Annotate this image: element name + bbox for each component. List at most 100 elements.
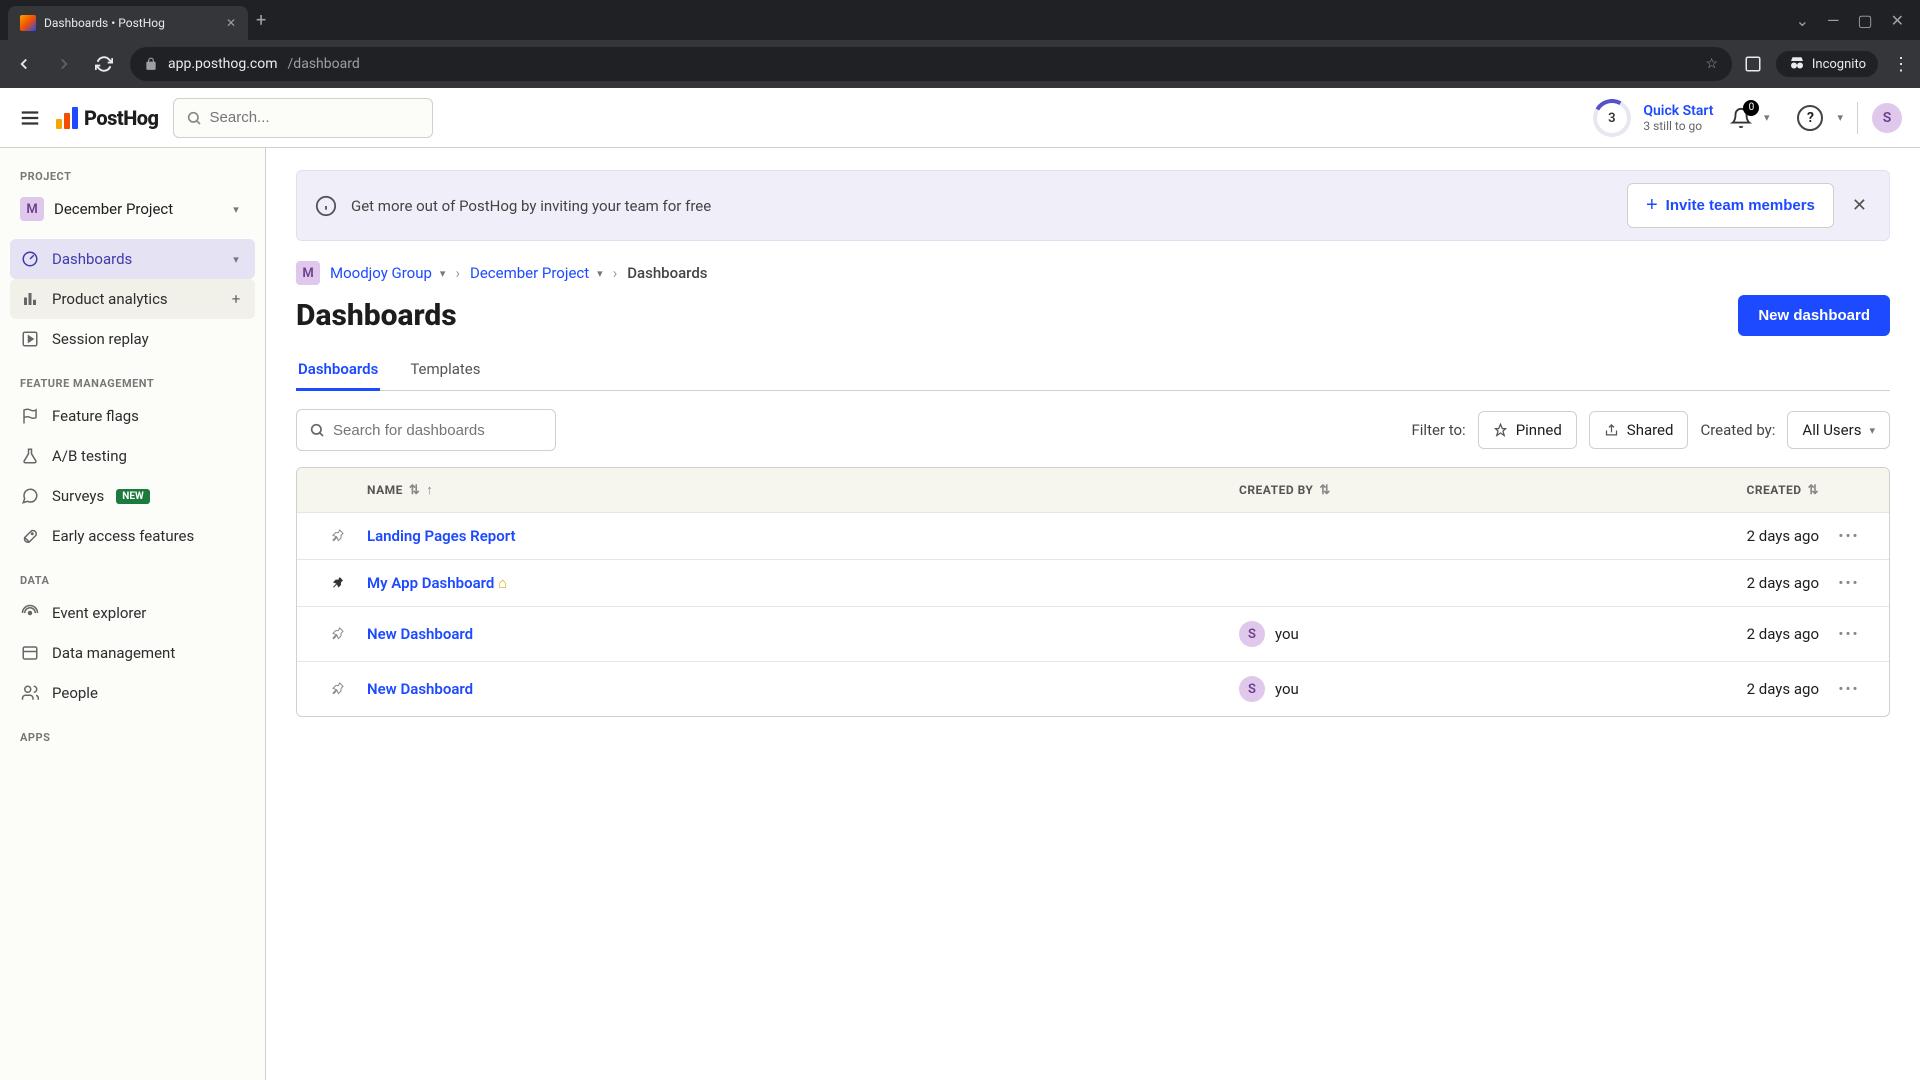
dashboard-link[interactable]: New Dashboard: [367, 680, 473, 698]
star-icon[interactable]: ☆: [1705, 56, 1718, 72]
quickstart-title: Quick Start: [1643, 103, 1713, 119]
chevron-down-icon: ▾: [1869, 424, 1875, 437]
incognito-badge[interactable]: Incognito: [1776, 51, 1878, 77]
dashboard-link[interactable]: My App Dashboard: [367, 574, 494, 592]
pin-toggle[interactable]: [307, 575, 367, 591]
browser-toolbar: app.posthog.com/dashboard ☆ Incognito ⋮: [0, 40, 1920, 88]
chevron-down-icon: ▾: [227, 253, 245, 266]
menu-toggle-button[interactable]: [18, 106, 42, 130]
sidebar: PROJECT M December Project ▾ Dashboards▾…: [0, 148, 266, 1080]
share-icon: [1604, 423, 1619, 438]
minimize-icon[interactable]: —: [1827, 11, 1840, 30]
sidebar-item-feature-flags[interactable]: Feature flags: [10, 396, 255, 436]
bars-icon: [20, 289, 40, 309]
sort-icon: ⇅: [409, 483, 420, 498]
incognito-icon: [1788, 55, 1806, 73]
plus-icon: +: [1646, 194, 1658, 217]
chevron-right-icon: ›: [455, 264, 460, 282]
sidebar-item-early-access-features[interactable]: Early access features: [10, 516, 255, 556]
forward-button[interactable]: [50, 50, 78, 78]
sidebar-item-a-b-testing[interactable]: A/B testing: [10, 436, 255, 476]
filter-row: Filter to: Pinned Shared Created by: All…: [296, 409, 1890, 451]
col-created-by[interactable]: CREATED BY ⇅: [1239, 482, 1619, 498]
banner-close-button[interactable]: ✕: [1848, 191, 1871, 220]
project-selector[interactable]: M December Project ▾: [10, 189, 255, 229]
sidebar-section-feature: FEATURE MANAGEMENT: [10, 369, 255, 396]
notifications-button[interactable]: 0 ▾: [1727, 104, 1755, 132]
sidebar-item-session-replay[interactable]: Session replay: [10, 319, 255, 359]
pin-toggle[interactable]: [307, 528, 367, 544]
sidebar-item-surveys[interactable]: SurveysNEW: [10, 476, 255, 516]
live-icon: [20, 603, 40, 623]
progress-ring: 3: [1589, 94, 1636, 141]
play-icon: [20, 329, 40, 349]
invite-banner: Get more out of PostHog by inviting your…: [296, 170, 1890, 241]
dashboard-link[interactable]: New Dashboard: [367, 625, 473, 643]
filter-shared[interactable]: Shared: [1589, 411, 1689, 449]
new-tab-button[interactable]: +: [256, 10, 266, 31]
col-name[interactable]: NAME ⇅ ↑: [367, 482, 1239, 498]
logo-icon: [56, 107, 78, 129]
browser-menu-icon[interactable]: ⋮: [1892, 54, 1910, 75]
url-bar[interactable]: app.posthog.com/dashboard ☆: [130, 47, 1732, 81]
chevron-down-icon[interactable]: ⌄: [1796, 11, 1809, 30]
chevron-down-icon: ▾: [1764, 111, 1770, 124]
quickstart-subtitle: 3 still to go: [1643, 119, 1713, 133]
extensions-icon[interactable]: [1744, 55, 1762, 73]
quickstart-widget[interactable]: 3 Quick Start 3 still to go: [1593, 99, 1713, 137]
row-actions-button[interactable]: •••: [1819, 574, 1879, 592]
flask-icon: [20, 446, 40, 466]
invite-team-button[interactable]: + Invite team members: [1627, 183, 1834, 228]
back-button[interactable]: [10, 50, 38, 78]
tab-dashboards[interactable]: Dashboards: [296, 350, 380, 391]
chevron-right-icon: ›: [613, 264, 618, 282]
help-button[interactable]: ?: [1797, 105, 1823, 131]
sidebar-item-label: Event explorer: [52, 604, 146, 622]
sidebar-item-label: Session replay: [52, 330, 149, 348]
user-avatar[interactable]: S: [1872, 103, 1902, 133]
sidebar-item-dashboards[interactable]: Dashboards▾: [10, 239, 255, 279]
row-actions-button[interactable]: •••: [1819, 625, 1879, 643]
creator-avatar: S: [1239, 621, 1265, 647]
dashboard-search[interactable]: [296, 409, 556, 451]
search-input[interactable]: [210, 109, 420, 126]
dashboard-search-input[interactable]: [333, 422, 543, 439]
row-actions-button[interactable]: •••: [1819, 680, 1879, 698]
people-icon: [20, 683, 40, 703]
sidebar-item-data-management[interactable]: Data management: [10, 633, 255, 673]
close-tab-icon[interactable]: ✕: [226, 16, 236, 30]
pin-toggle[interactable]: [307, 626, 367, 642]
close-window-icon[interactable]: ✕: [1891, 11, 1904, 30]
new-dashboard-button[interactable]: New dashboard: [1738, 295, 1890, 336]
sidebar-item-event-explorer[interactable]: Event explorer: [10, 593, 255, 633]
tab-title: Dashboards • PostHog: [44, 16, 165, 30]
url-path: /dashboard: [288, 56, 360, 72]
row-actions-button[interactable]: •••: [1819, 527, 1879, 545]
search-icon: [309, 422, 325, 438]
breadcrumb-org[interactable]: Moodjoy Group ▾: [330, 264, 445, 282]
global-search[interactable]: [173, 98, 433, 138]
incognito-label: Incognito: [1812, 57, 1866, 72]
filter-pinned[interactable]: Pinned: [1478, 411, 1577, 449]
sidebar-item-people[interactable]: People: [10, 673, 255, 713]
plus-icon[interactable]: +: [227, 290, 245, 308]
reload-button[interactable]: [90, 50, 118, 78]
pin-toggle[interactable]: [307, 681, 367, 697]
sidebar-item-product-analytics[interactable]: Product analytics+: [10, 279, 255, 319]
sort-asc-icon: ↑: [426, 482, 433, 498]
breadcrumb: M Moodjoy Group ▾ › December Project ▾ ›…: [296, 261, 1890, 285]
browser-tab[interactable]: Dashboards • PostHog ✕: [8, 6, 248, 40]
tab-templates[interactable]: Templates: [408, 350, 482, 391]
col-created[interactable]: CREATED ⇅: [1619, 482, 1819, 498]
sidebar-section-project: PROJECT: [10, 162, 255, 189]
chevron-down-icon: ▾: [1837, 111, 1843, 124]
info-icon: [315, 195, 337, 217]
breadcrumb-project[interactable]: December Project ▾: [470, 264, 603, 282]
table-row: Landing Pages Report2 days ago•••: [297, 512, 1889, 559]
creator-cell: Syou: [1239, 621, 1619, 647]
dashboard-link[interactable]: Landing Pages Report: [367, 527, 516, 545]
maximize-icon[interactable]: ▢: [1857, 11, 1872, 30]
logo[interactable]: PostHog: [56, 106, 159, 130]
sidebar-section-apps: APPS: [10, 723, 255, 750]
filter-created-by[interactable]: All Users ▾: [1787, 411, 1890, 449]
